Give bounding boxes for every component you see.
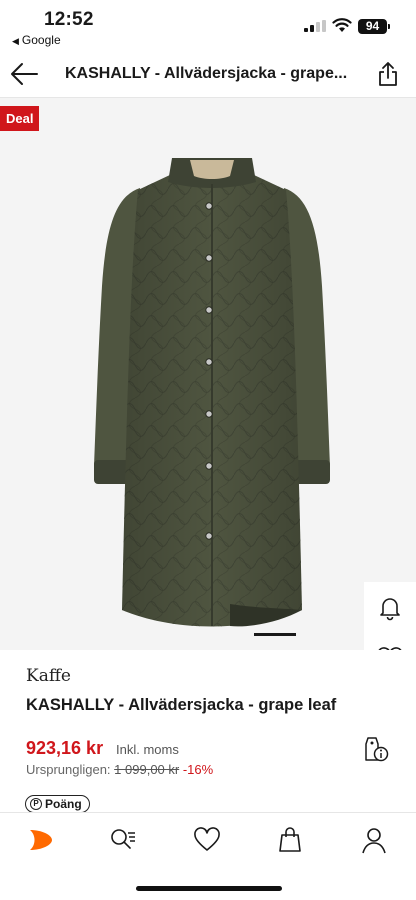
product-name: KASHALLY - Allvädersjacka - grape leaf (26, 696, 337, 714)
pricetag-info-icon[interactable] (360, 734, 390, 764)
home-indicator (136, 886, 282, 891)
product-image-gallery[interactable]: Deal (0, 98, 416, 650)
original-price-label: Ursprungligen: (26, 762, 111, 777)
original-price: 1 099,00 kr (114, 762, 180, 777)
clock: 12:52 (44, 9, 94, 30)
tab-profile[interactable] (357, 825, 391, 855)
deal-badge: Deal (0, 106, 40, 131)
back-triangle-icon: ◀ (12, 36, 19, 46)
page-title: KASHALLY - Allvädersjacka - grape... (65, 65, 348, 82)
points-badge[interactable]: P Poäng (25, 795, 90, 813)
discount-percent: -16% (182, 762, 214, 777)
status-bar: 12:52 ◀ Google 94 (0, 0, 416, 50)
product-image (94, 158, 330, 627)
zalando-logo-icon (30, 830, 52, 850)
search-icon (111, 829, 135, 849)
cellular-signal-icon (304, 20, 326, 32)
gallery-position-indicator (254, 633, 296, 636)
navigation-bar: KASHALLY - Allvädersjacka - grape... (0, 50, 416, 98)
points-icon: P (30, 798, 42, 810)
back-app-label: Google (21, 33, 61, 47)
original-price-row: Ursprungligen: 1 099,00 kr -16% (26, 762, 213, 777)
current-price: 923,16 kr (26, 738, 104, 758)
tab-wishlist[interactable] (190, 825, 224, 855)
battery-indicator: 94 (358, 19, 390, 34)
price-vat-note: Inkl. moms (116, 742, 179, 757)
points-label: Poäng (45, 797, 82, 811)
tab-bag[interactable] (273, 825, 307, 855)
back-to-app-link[interactable]: ◀ Google (12, 33, 61, 47)
bag-icon (279, 827, 301, 852)
wishlist-button[interactable] (364, 634, 416, 650)
heart-icon (194, 827, 220, 851)
share-icon[interactable] (374, 60, 402, 88)
brand-name[interactable]: Kaffe (26, 666, 71, 686)
tab-search[interactable] (106, 825, 140, 855)
bottom-tab-bar (0, 812, 416, 900)
tab-home[interactable] (23, 825, 57, 855)
arrow-left-icon[interactable] (8, 60, 40, 88)
heart-icon (378, 647, 402, 650)
user-icon (362, 828, 386, 854)
bell-icon (380, 598, 400, 621)
price-alert-button[interactable] (364, 582, 416, 634)
wifi-icon (332, 18, 352, 32)
